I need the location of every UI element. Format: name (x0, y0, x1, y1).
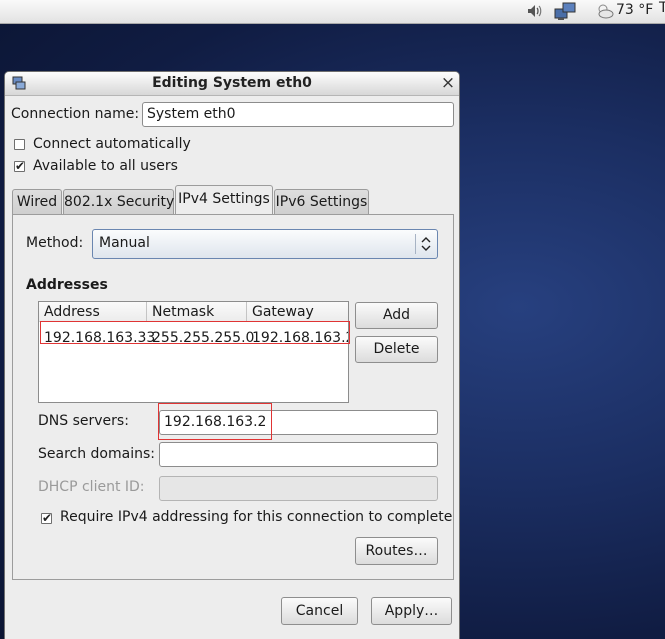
tab-ipv6-settings[interactable]: IPv6 Settings (274, 189, 369, 214)
desktop: 73 °F T Editing System eth0 × Connection… (0, 0, 665, 639)
panel-clipped-text: T (659, 0, 665, 16)
table-row[interactable]: 192.168.163.33 255.255.255.0 192.168.163… (39, 323, 348, 353)
checkmark-icon: ✔ (15, 159, 26, 173)
search-domains-label: Search domains: (38, 446, 155, 462)
delete-button[interactable]: Delete (355, 336, 438, 363)
row-netmask-cell: 255.255.255.0 (152, 330, 255, 346)
connect-automatically-label: Connect automatically (33, 136, 191, 152)
tab-wired[interactable]: Wired (12, 189, 62, 214)
search-domains-field[interactable] (159, 442, 438, 467)
dns-servers-field[interactable]: 192.168.163.2 (159, 410, 438, 435)
tab-ipv4-settings[interactable]: IPv4 Settings (175, 185, 273, 214)
combo-separator (415, 234, 416, 254)
close-icon[interactable]: × (439, 73, 457, 93)
connect-automatically-checkbox[interactable] (14, 139, 25, 150)
require-ipv4-checkbox[interactable]: ✔ (41, 511, 52, 525)
weather-icon[interactable] (596, 3, 614, 23)
connection-name-field[interactable]: System eth0 (142, 102, 454, 127)
window-titlebar[interactable]: Editing System eth0 × (5, 72, 459, 96)
row-address-cell: 192.168.163.33 (44, 330, 156, 346)
weather-temperature[interactable]: 73 °F (616, 2, 653, 18)
method-combo[interactable]: Manual (92, 229, 438, 259)
window-title: Editing System eth0 (152, 75, 312, 91)
checkmark-icon: ✔ (42, 511, 53, 525)
method-label: Method: (26, 235, 84, 251)
tab-802-1x-security[interactable]: 802.1x Security (63, 189, 174, 214)
dhcp-client-id-field (159, 476, 438, 501)
available-to-all-users-label: Available to all users (33, 158, 178, 174)
addresses-heading: Addresses (26, 277, 108, 293)
top-panel: 73 °F T (0, 0, 665, 24)
column-header-gateway[interactable]: Gateway (247, 302, 348, 322)
column-header-netmask[interactable]: Netmask (147, 302, 247, 322)
dhcp-client-id-label: DHCP client ID: (38, 479, 145, 495)
routes-button[interactable]: Routes… (355, 537, 438, 565)
addresses-table[interactable]: Address Netmask Gateway 192.168.163.33 2… (38, 301, 349, 403)
available-to-all-users-checkbox[interactable]: ✔ (14, 159, 25, 173)
speaker-icon[interactable] (526, 2, 544, 24)
combo-arrows-icon (421, 236, 431, 256)
connection-name-label: Connection name: (11, 106, 140, 122)
column-header-address[interactable]: Address (39, 302, 147, 322)
network-icon[interactable] (554, 2, 578, 25)
cancel-button[interactable]: Cancel (281, 597, 358, 625)
dns-servers-label: DNS servers: (38, 413, 129, 429)
edit-connection-dialog: Editing System eth0 × Connection name: S… (4, 71, 460, 639)
row-gateway-cell: 192.168.163.2 (252, 330, 349, 346)
add-button[interactable]: Add (355, 302, 438, 329)
apply-button[interactable]: Apply… (371, 597, 452, 625)
method-value: Manual (99, 235, 150, 251)
require-ipv4-label: Require IPv4 addressing for this connect… (60, 509, 453, 525)
